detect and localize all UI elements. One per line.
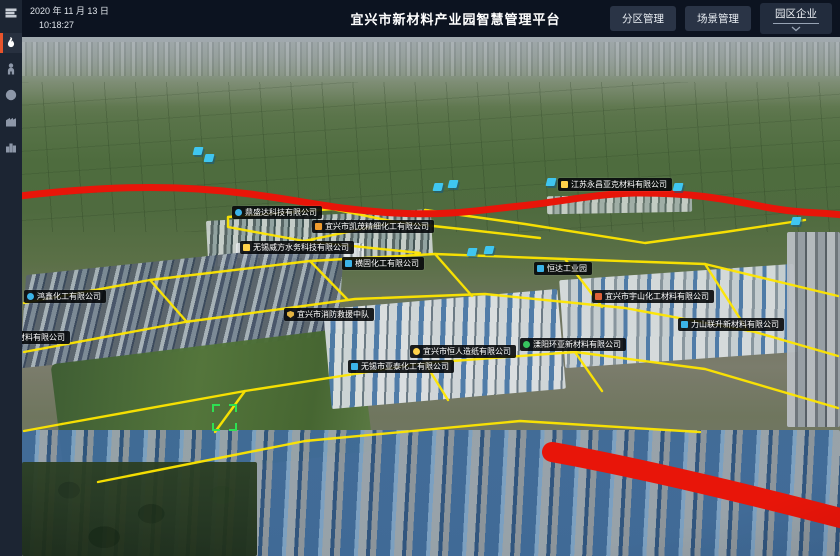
map-marker-icon[interactable] bbox=[448, 180, 459, 188]
enterprise-label[interactable]: 溧阳环亚新材料有限公司 bbox=[520, 338, 626, 351]
enterprise-label[interactable]: 鼎盛达科技有限公司 bbox=[232, 206, 322, 219]
enterprise-label[interactable]: 鸿鑫化工有限公司 bbox=[24, 290, 106, 303]
distant-town bbox=[22, 42, 840, 76]
person-icon bbox=[5, 63, 17, 75]
horizon-haze bbox=[22, 37, 840, 107]
enterprise-label[interactable]: 江苏永昌亚克材料有限公司 bbox=[558, 178, 672, 191]
sidebar-item-enterprise[interactable] bbox=[0, 111, 22, 131]
enterprise-label-text: 宜兴市消防救援中队 bbox=[297, 309, 369, 320]
enterprise-label-text: 宜兴市宇山化工材料有限公司 bbox=[605, 291, 709, 302]
enterprise-label-text: 宜兴市凯茂精细化工有限公司 bbox=[325, 221, 429, 232]
smart-park-platform: 2020 年 11 月 13 日 10:18:27 宜兴市新材料产业园智慧管理平… bbox=[0, 0, 840, 556]
map-marker-icon[interactable] bbox=[204, 154, 215, 162]
map-marker-icon[interactable] bbox=[433, 183, 444, 191]
enterprise-label[interactable]: 宜兴市恒人造纸有限公司 bbox=[410, 345, 516, 358]
trees-bottom-left bbox=[22, 462, 257, 556]
map-3d-view[interactable]: 鼎盛达科技有限公司宜兴市凯茂精细化工有限公司无锡威方水务科技有限公司横固化工有限… bbox=[22, 37, 840, 556]
enterprise-label[interactable]: 恒达工业园 bbox=[534, 262, 592, 275]
enterprise-label-text: 鼎盛达科技有限公司 bbox=[245, 207, 317, 218]
enterprise-type-icon bbox=[413, 348, 420, 355]
enterprise-label-text: 力山联升新材料有限公司 bbox=[691, 319, 779, 330]
map-marker-icon[interactable] bbox=[546, 178, 557, 186]
pipeline-line bbox=[22, 188, 840, 216]
enterprise-label-text: 宜兴市恒人造纸有限公司 bbox=[423, 346, 511, 357]
sidebar-item-gauge[interactable] bbox=[0, 85, 22, 105]
enterprise-label[interactable]: 宜兴市消防救援中队 bbox=[284, 308, 374, 321]
enterprise-label-text: 恒达工业园 bbox=[547, 263, 587, 274]
enterprise-label-text: 无锡威方水务科技有限公司 bbox=[253, 242, 349, 253]
farm-field-grid bbox=[22, 82, 840, 232]
flame-icon bbox=[5, 37, 17, 49]
enterprise-label[interactable]: 宜兴市凯茂精细化工有限公司 bbox=[312, 220, 434, 233]
enterprise-label-text: 横固化工有限公司 bbox=[355, 258, 419, 269]
enterprise-label[interactable]: 无锡威方水务科技有限公司 bbox=[240, 241, 354, 254]
enterprise-type-icon bbox=[537, 265, 544, 272]
sidebar bbox=[0, 0, 22, 556]
hamburger-menu-button[interactable] bbox=[0, 3, 22, 23]
enterprise-type-icon bbox=[351, 363, 358, 370]
enterprise-type-icon bbox=[287, 311, 294, 318]
enterprise-label-text: 溧阳环亚新材料有限公司 bbox=[533, 339, 621, 350]
map-marker-icon[interactable] bbox=[791, 217, 802, 225]
enterprise-label-text: 无锡市亚泰化工有限公司 bbox=[361, 361, 449, 372]
enterprise-type-icon bbox=[235, 209, 242, 216]
selection-target-brackets bbox=[212, 404, 237, 431]
enterprise-label[interactable]: 无锡市亚泰化工有限公司 bbox=[348, 360, 454, 373]
page-title: 宜兴市新材料产业园智慧管理平台 bbox=[351, 9, 561, 28]
gauge-icon bbox=[5, 89, 17, 101]
enterprise-type-icon bbox=[561, 181, 568, 188]
park-enterprise-dropdown[interactable]: 园区企业 bbox=[760, 3, 832, 34]
sidebar-item-personnel[interactable] bbox=[0, 59, 22, 79]
enterprise-type-icon bbox=[523, 341, 530, 348]
enterprise-type-icon bbox=[27, 293, 34, 300]
map-marker-icon[interactable] bbox=[467, 248, 478, 256]
current-time: 10:18:27 bbox=[30, 19, 109, 33]
enterprise-label-text: 江苏永昌亚克材料有限公司 bbox=[571, 179, 667, 190]
urban-buildings-right bbox=[787, 232, 840, 427]
header-actions: 分区管理 场景管理 园区企业 bbox=[610, 3, 832, 34]
header: 2020 年 11 月 13 日 10:18:27 宜兴市新材料产业园智慧管理平… bbox=[22, 0, 840, 37]
vignette bbox=[22, 37, 840, 556]
chevron-down-icon bbox=[791, 26, 801, 32]
scene-management-button[interactable]: 场景管理 bbox=[685, 6, 751, 31]
sidebar-item-fire-monitor[interactable] bbox=[0, 33, 22, 53]
enterprise-label-text: 伟业防水材料有限公司 bbox=[22, 332, 65, 343]
red-route-bottom bbox=[552, 452, 840, 519]
map-marker-icon[interactable] bbox=[673, 183, 684, 191]
hamburger-icon bbox=[5, 7, 17, 19]
bar-chart-icon bbox=[5, 141, 17, 153]
enterprise-label[interactable]: 力山联升新材料有限公司 bbox=[678, 318, 784, 331]
current-date: 2020 年 11 月 13 日 bbox=[30, 5, 109, 19]
datetime: 2020 年 11 月 13 日 10:18:27 bbox=[30, 5, 109, 32]
map-marker-icon[interactable] bbox=[484, 246, 495, 254]
enterprise-type-icon bbox=[315, 223, 322, 230]
road-pipeline-overlay bbox=[22, 37, 840, 556]
sidebar-item-statistics[interactable] bbox=[0, 137, 22, 157]
map-marker-icon[interactable] bbox=[193, 147, 204, 155]
enterprise-label[interactable]: 伟业防水材料有限公司 bbox=[22, 331, 70, 344]
enterprise-type-icon bbox=[243, 244, 250, 251]
zone-management-button[interactable]: 分区管理 bbox=[610, 6, 676, 31]
enterprise-type-icon bbox=[345, 260, 352, 267]
warehouse-band-bottom bbox=[22, 430, 840, 556]
factory-cluster-right bbox=[559, 264, 800, 368]
enterprise-type-icon bbox=[681, 321, 688, 328]
factory-cluster-left bbox=[22, 242, 344, 369]
enterprise-label-text: 鸿鑫化工有限公司 bbox=[37, 291, 101, 302]
factory-cluster-pipeline bbox=[547, 194, 692, 215]
enterprise-label[interactable]: 宜兴市宇山化工材料有限公司 bbox=[592, 290, 714, 303]
factory-icon bbox=[5, 115, 17, 127]
enterprise-label[interactable]: 横固化工有限公司 bbox=[342, 257, 424, 270]
dropdown-label: 园区企业 bbox=[773, 6, 819, 24]
enterprise-type-icon bbox=[595, 293, 602, 300]
